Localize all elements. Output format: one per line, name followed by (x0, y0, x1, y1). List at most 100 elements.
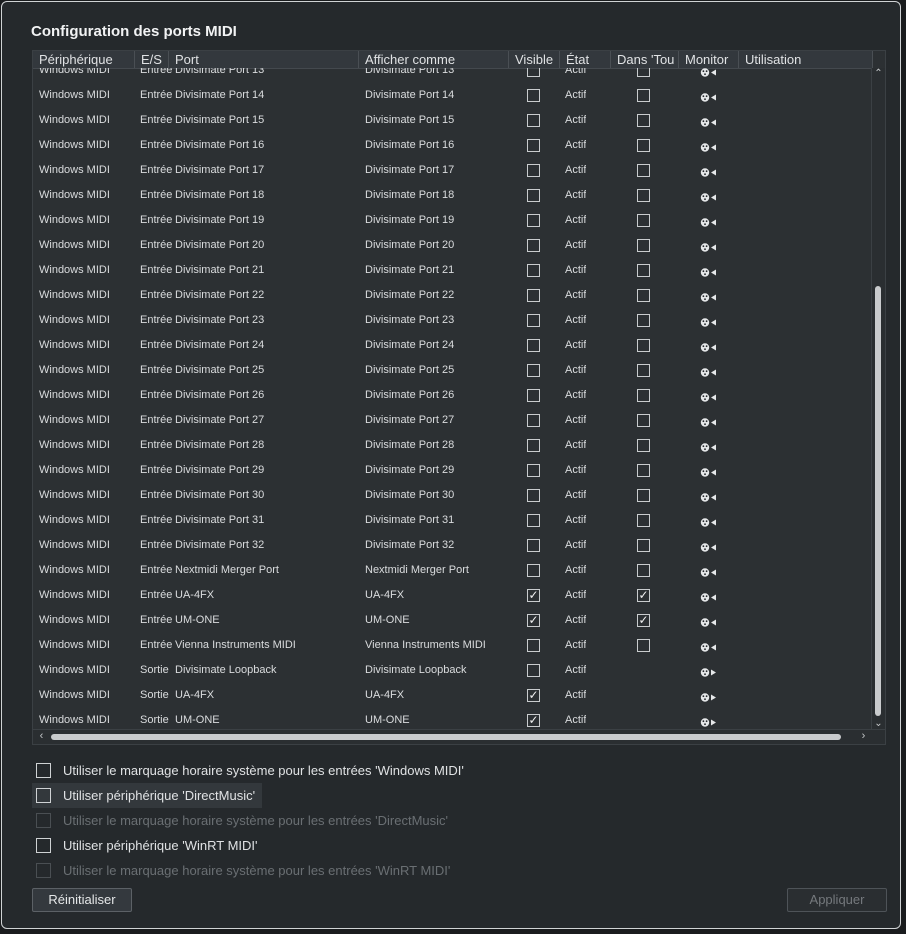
in-all-checkbox[interactable] (637, 189, 650, 202)
state-cell[interactable]: Actif (565, 458, 586, 483)
table-row[interactable]: Windows MIDI Entrée Divisimate Port 23 Divi… (33, 308, 873, 333)
table-row[interactable]: Windows MIDI Entrée Divisimate Port 32 Divi… (33, 533, 873, 558)
column-header-monitor[interactable]: Monitor (679, 51, 739, 68)
option-2[interactable]: Utiliser périphérique 'DirectMusic' (32, 783, 262, 808)
table-row[interactable]: Windows MIDI Sortie UA-4FX UA-4FX ✓ Actif (33, 683, 873, 708)
state-cell[interactable]: Actif (565, 633, 586, 658)
visible-checkbox[interactable] (527, 114, 540, 127)
in-all-checkbox[interactable] (637, 89, 650, 102)
monitor-in-icon[interactable] (700, 565, 718, 577)
horizontal-scroll-thumb[interactable] (51, 734, 841, 740)
in-all-checkbox[interactable] (637, 114, 650, 127)
state-cell[interactable]: Actif (565, 308, 586, 333)
table-row[interactable]: Windows MIDI Entrée Divisimate Port 17 Divi… (33, 158, 873, 183)
state-cell[interactable]: Actif (565, 68, 586, 83)
monitor-out-icon[interactable] (700, 690, 718, 702)
monitor-in-icon[interactable] (700, 440, 718, 452)
in-all-checkbox[interactable] (637, 164, 650, 177)
in-all-checkbox[interactable] (637, 214, 650, 227)
in-all-checkbox[interactable] (637, 389, 650, 402)
state-cell[interactable]: Actif (565, 358, 586, 383)
column-header-port[interactable]: Port (169, 51, 359, 68)
table-row[interactable]: Windows MIDI Entrée Divisimate Port 19 Divi… (33, 208, 873, 233)
visible-checkbox[interactable] (527, 564, 540, 577)
in-all-checkbox[interactable] (637, 564, 650, 577)
chevron-left-icon[interactable]: ‹ (35, 730, 48, 742)
state-cell[interactable]: Actif (565, 483, 586, 508)
state-cell[interactable]: Actif (565, 333, 586, 358)
display-as-cell[interactable]: Divisimate Port 15 (365, 108, 454, 133)
state-cell[interactable]: Actif (565, 433, 586, 458)
table-row[interactable]: Windows MIDI Entrée Divisimate Port 15 Divi… (33, 108, 873, 133)
display-as-cell[interactable]: Divisimate Port 22 (365, 283, 454, 308)
chevron-down-icon[interactable]: ⌄ (872, 718, 885, 729)
state-cell[interactable]: Actif (565, 283, 586, 308)
state-cell[interactable]: Actif (565, 258, 586, 283)
monitor-in-icon[interactable] (700, 390, 718, 402)
horizontal-scrollbar[interactable]: ‹ › (33, 729, 885, 744)
in-all-checkbox[interactable] (637, 68, 650, 77)
display-as-cell[interactable]: Nextmidi Merger Port (365, 558, 469, 583)
visible-checkbox[interactable] (527, 189, 540, 202)
visible-checkbox[interactable] (527, 439, 540, 452)
monitor-in-icon[interactable] (700, 68, 718, 77)
monitor-in-icon[interactable] (700, 490, 718, 502)
visible-checkbox[interactable] (527, 239, 540, 252)
monitor-in-icon[interactable] (700, 115, 718, 127)
display-as-cell[interactable]: Divisimate Port 27 (365, 408, 454, 433)
display-as-cell[interactable]: Vienna Instruments MIDI (365, 633, 486, 658)
state-cell[interactable]: Actif (565, 83, 586, 108)
display-as-cell[interactable]: Divisimate Port 17 (365, 158, 454, 183)
table-row[interactable]: Windows MIDI Entrée Divisimate Port 29 Divi… (33, 458, 873, 483)
in-all-checkbox[interactable] (637, 639, 650, 652)
table-row[interactable]: Windows MIDI Entrée Divisimate Port 13 Divi… (33, 68, 873, 83)
monitor-in-icon[interactable] (700, 465, 718, 477)
table-row[interactable]: Windows MIDI Entrée Divisimate Port 27 Divi… (33, 408, 873, 433)
table-row[interactable]: Windows MIDI Entrée Divisimate Port 24 Divi… (33, 333, 873, 358)
monitor-in-icon[interactable] (700, 140, 718, 152)
column-header-in-all[interactable]: Dans 'Tou (611, 51, 679, 68)
table-row[interactable]: Windows MIDI Entrée Divisimate Port 21 Divi… (33, 258, 873, 283)
visible-checkbox[interactable] (527, 68, 540, 77)
state-cell[interactable]: Actif (565, 558, 586, 583)
state-cell[interactable]: Actif (565, 208, 586, 233)
visible-checkbox[interactable] (527, 314, 540, 327)
in-all-checkbox[interactable] (637, 364, 650, 377)
monitor-in-icon[interactable] (700, 340, 718, 352)
column-header-state[interactable]: État (560, 51, 611, 68)
visible-checkbox[interactable] (527, 89, 540, 102)
state-cell[interactable]: Actif (565, 608, 586, 633)
in-all-checkbox[interactable] (637, 539, 650, 552)
display-as-cell[interactable]: Divisimate Port 30 (365, 483, 454, 508)
state-cell[interactable]: Actif (565, 508, 586, 533)
column-header-display-as[interactable]: Afficher comme (359, 51, 509, 68)
visible-checkbox[interactable] (527, 289, 540, 302)
display-as-cell[interactable]: Divisimate Port 19 (365, 208, 454, 233)
vertical-scroll-thumb[interactable] (875, 286, 881, 716)
state-cell[interactable]: Actif (565, 183, 586, 208)
monitor-in-icon[interactable] (700, 290, 718, 302)
display-as-cell[interactable]: Divisimate Port 31 (365, 508, 454, 533)
in-all-checkbox[interactable] (637, 139, 650, 152)
in-all-checkbox[interactable] (637, 239, 650, 252)
monitor-out-icon[interactable] (700, 665, 718, 677)
state-cell[interactable]: Actif (565, 708, 586, 731)
table-row[interactable]: Windows MIDI Entrée Divisimate Port 30 Divi… (33, 483, 873, 508)
state-cell[interactable]: Actif (565, 408, 586, 433)
display-as-cell[interactable]: UA-4FX (365, 683, 404, 708)
monitor-in-icon[interactable] (700, 190, 718, 202)
table-row[interactable]: Windows MIDI Entrée Divisimate Port 14 Divi… (33, 83, 873, 108)
visible-checkbox[interactable] (527, 489, 540, 502)
chevron-up-icon[interactable]: ⌃ (872, 68, 885, 79)
table-row[interactable]: Windows MIDI Entrée UA-4FX UA-4FX ✓ Actif ✓ (33, 583, 873, 608)
monitor-in-icon[interactable] (700, 315, 718, 327)
display-as-cell[interactable]: Divisimate Port 26 (365, 383, 454, 408)
option-checkbox[interactable] (36, 763, 51, 778)
visible-checkbox[interactable] (527, 414, 540, 427)
display-as-cell[interactable]: Divisimate Port 14 (365, 83, 454, 108)
visible-checkbox[interactable] (527, 664, 540, 677)
state-cell[interactable]: Actif (565, 658, 586, 683)
display-as-cell[interactable]: UA-4FX (365, 583, 404, 608)
display-as-cell[interactable]: Divisimate Port 25 (365, 358, 454, 383)
visible-checkbox[interactable] (527, 364, 540, 377)
